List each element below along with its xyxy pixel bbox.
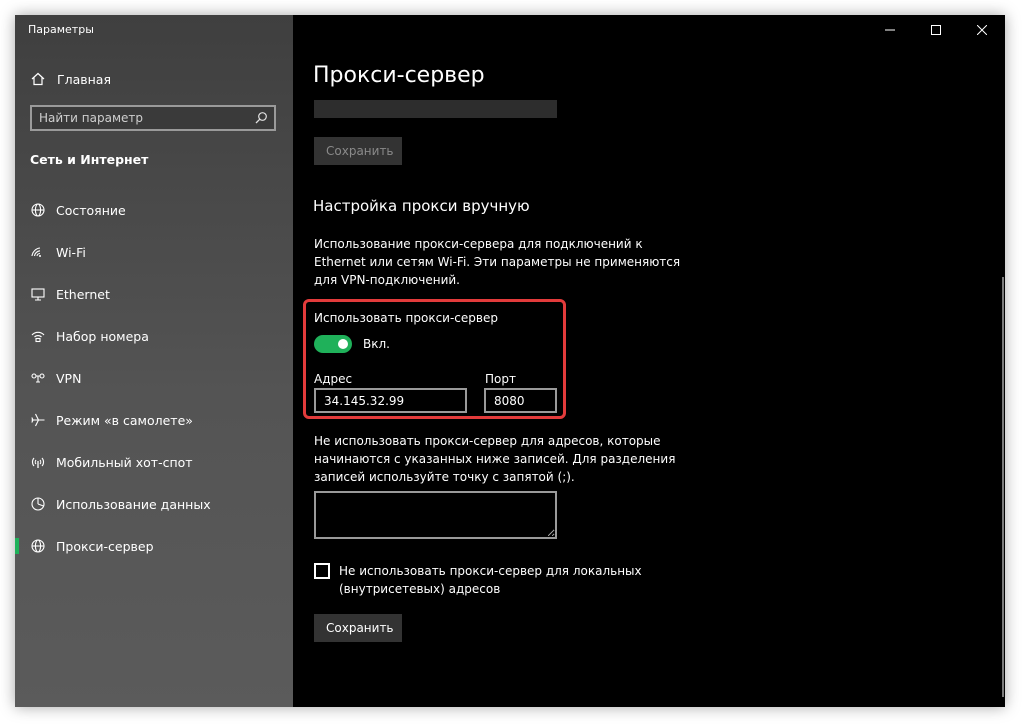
save-script-button[interactable]: Сохранить	[314, 137, 402, 165]
home-link[interactable]: Главная	[30, 69, 111, 89]
exceptions-input[interactable]	[314, 491, 557, 539]
data-usage-icon	[30, 496, 46, 512]
settings-window: Параметры Главная Сеть и Интернет Состоя…	[15, 15, 1005, 707]
sidebar-item-label: Wi-Fi	[56, 244, 86, 260]
airplane-icon	[30, 412, 46, 428]
save-button[interactable]: Сохранить	[314, 614, 402, 642]
search-input[interactable]	[32, 107, 254, 129]
sidebar-nav: Состояние Wi-Fi Ethernet Набор номера VP…	[15, 189, 293, 567]
manual-proxy-title: Настройка прокси вручную	[313, 197, 530, 215]
sidebar: Параметры Главная Сеть и Интернет Состоя…	[15, 15, 293, 707]
dialup-icon	[30, 328, 46, 344]
sidebar-item-wifi[interactable]: Wi-Fi	[15, 231, 293, 273]
use-proxy-toggle[interactable]	[314, 335, 352, 353]
sidebar-item-status[interactable]: Состояние	[15, 189, 293, 231]
local-bypass-label: Не использовать прокси-сервер для локаль…	[339, 564, 642, 596]
sidebar-item-hotspot[interactable]: Мобильный хот-спот	[15, 441, 293, 483]
sidebar-item-label: Набор номера	[56, 328, 149, 344]
manual-proxy-description: Использование прокси-сервера для подключ…	[314, 237, 681, 287]
globe-status-icon	[30, 202, 46, 218]
globe-icon	[30, 538, 46, 554]
main-content: Прокси-сервер Сохранить Настройка прокси…	[293, 15, 1005, 707]
vpn-icon	[30, 370, 46, 386]
address-input[interactable]	[314, 388, 467, 413]
sidebar-item-dialup[interactable]: Набор номера	[15, 315, 293, 357]
search-icon[interactable]	[254, 111, 268, 125]
sidebar-item-ethernet[interactable]: Ethernet	[15, 273, 293, 315]
sidebar-item-label: VPN	[56, 370, 82, 386]
category-title: Сеть и Интернет	[30, 152, 149, 167]
address-label: Адрес	[314, 372, 353, 386]
hotspot-icon	[30, 454, 46, 470]
page-title: Прокси-сервер	[313, 63, 485, 88]
port-label: Порт	[485, 372, 516, 386]
exceptions-description: Не использовать прокси-сервер для адресо…	[314, 434, 676, 484]
sidebar-item-label: Режим «в самолете»	[56, 412, 193, 428]
window-title: Параметры	[28, 23, 94, 36]
sidebar-item-label: Прокси-сервер	[56, 538, 154, 554]
sidebar-item-label: Мобильный хот-спот	[56, 454, 193, 470]
sidebar-item-label: Использование данных	[56, 496, 211, 512]
sidebar-item-data-usage[interactable]: Использование данных	[15, 483, 293, 525]
sidebar-item-airplane[interactable]: Режим «в самолете»	[15, 399, 293, 441]
sidebar-item-label: Состояние	[56, 202, 126, 218]
scrollbar[interactable]	[1002, 277, 1004, 697]
sidebar-item-vpn[interactable]: VPN	[15, 357, 293, 399]
local-bypass-option[interactable]: Не использовать прокси-сервер для локаль…	[314, 562, 659, 598]
toggle-knob	[338, 339, 348, 349]
home-label: Главная	[57, 71, 111, 87]
local-bypass-checkbox[interactable]	[314, 563, 330, 579]
ethernet-icon	[30, 286, 46, 302]
wifi-icon	[30, 244, 46, 260]
script-address-input[interactable]	[314, 100, 557, 118]
home-icon	[30, 71, 46, 87]
search-box[interactable]	[30, 105, 276, 131]
toggle-state-label: Вкл.	[363, 337, 390, 351]
use-proxy-label: Использовать прокси-сервер	[314, 311, 498, 325]
sidebar-item-label: Ethernet	[56, 286, 110, 302]
port-input[interactable]	[484, 388, 557, 413]
sidebar-item-proxy[interactable]: Прокси-сервер	[15, 525, 293, 567]
